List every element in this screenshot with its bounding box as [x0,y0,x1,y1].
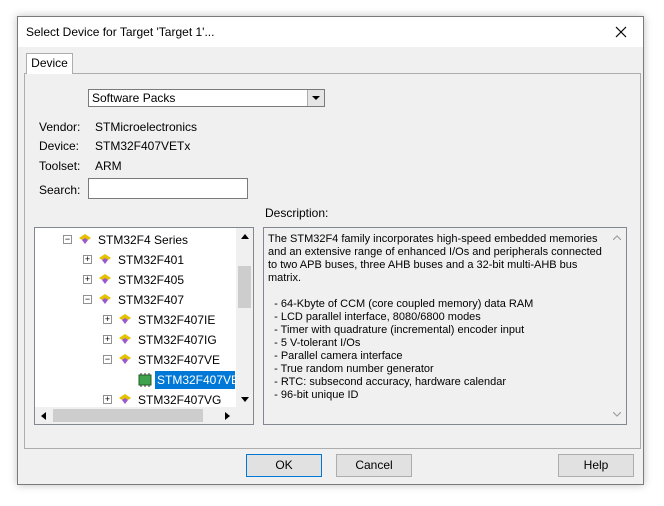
collapse-toggle[interactable]: − [103,355,112,364]
dropdown-button[interactable] [307,90,324,106]
title-bar: Select Device for Target 'Target 1'... [18,17,643,47]
help-button[interactable]: Help [558,454,634,477]
ok-button[interactable]: OK [246,454,322,477]
search-label: Search: [39,183,81,197]
scroll-down-button[interactable] [236,391,253,408]
toolset-value: ARM [95,159,122,173]
family-icon [99,274,111,284]
expand-toggle[interactable]: + [103,395,112,404]
description-text: The STM32F4 family incorporates high-spe… [268,233,602,401]
expand-toggle[interactable]: + [83,255,92,264]
scroll-thumb[interactable] [53,409,203,422]
device-label: Device: [39,139,80,153]
scroll-right-button[interactable] [219,407,236,424]
description-scrollbar[interactable] [608,229,625,423]
window-title: Select Device for Target 'Target 1'... [26,25,215,39]
scroll-thumb[interactable] [238,266,251,308]
device-tree[interactable]: − STM32F4 Series + STM32F401 + STM32F405… [34,227,254,425]
scroll-up-button[interactable] [236,228,253,245]
arrow-up-icon [240,234,249,239]
chevron-down-icon [612,412,621,417]
vendor-label: Vendor: [39,120,81,134]
close-button[interactable] [599,17,643,47]
vendor-value: STMicroelectronics [95,120,198,134]
chip-icon [138,373,152,387]
tree-item-label: STM32F401 [118,253,185,267]
search-input[interactable] [88,178,248,199]
scroll-left-button[interactable] [35,407,52,424]
expand-toggle[interactable]: + [103,335,112,344]
arrow-left-icon [41,411,46,420]
family-icon [119,334,131,344]
close-icon [615,26,627,38]
source-select[interactable]: Software Packs [88,89,325,107]
dialog-window: Select Device for Target 'Target 1'... D… [17,16,644,485]
source-select-value: Software Packs [92,91,176,105]
tree-item-label: STM32F407IG [138,333,217,347]
series-icon [79,234,91,244]
expand-toggle[interactable]: + [83,275,92,284]
expand-toggle[interactable]: + [103,315,112,324]
arrow-down-icon [240,397,249,402]
family-icon [99,294,111,304]
tree-horizontal-scrollbar[interactable] [35,407,236,424]
cancel-button[interactable]: Cancel [336,454,412,477]
description-box: The STM32F4 family incorporates high-spe… [263,227,627,425]
collapse-toggle[interactable]: − [83,295,92,304]
tree-item-label: STM32F407IE [138,313,216,327]
tree-item-label: STM32F4 Series [98,233,189,247]
chevron-up-icon [612,235,621,240]
tree-vertical-scrollbar[interactable] [236,228,253,408]
family-icon [119,314,131,324]
family-icon [119,354,131,364]
scroll-down-button[interactable] [608,406,625,423]
toolset-label: Toolset: [39,159,81,173]
tree-item-label: STM32F407VETx [155,371,235,389]
tab-device[interactable]: Device [26,53,73,74]
collapse-toggle[interactable]: − [63,235,72,244]
tree-item-label: STM32F407 [118,293,185,307]
arrow-right-icon [225,411,230,420]
family-icon [99,254,111,264]
scroll-up-button[interactable] [608,229,625,246]
tree-item-label: STM32F405 [118,273,185,287]
family-icon [119,394,131,404]
description-label: Description: [265,206,329,220]
device-value: STM32F407VETx [95,139,191,153]
tree-item-label: STM32F407VE [138,353,221,367]
chevron-down-icon [312,95,320,100]
scroll-corner [236,407,253,424]
